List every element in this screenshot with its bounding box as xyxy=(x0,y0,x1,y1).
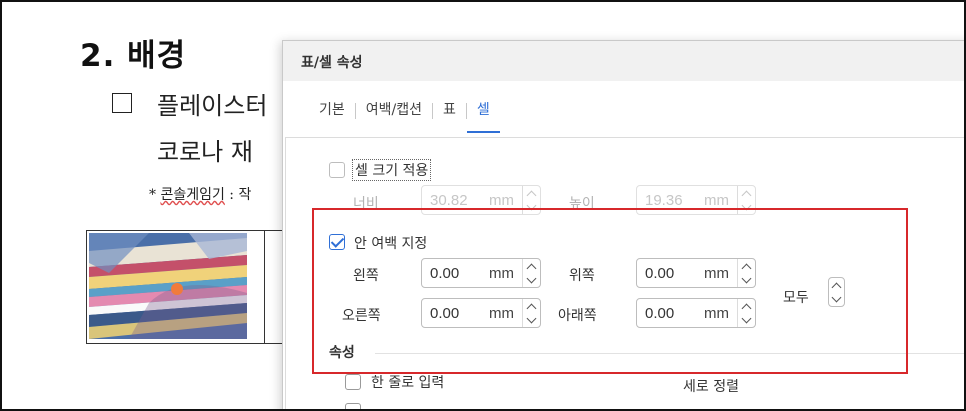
left-margin-unit: mm xyxy=(489,265,514,282)
chevron-up-icon xyxy=(526,190,537,200)
bottom-margin-label: 아래쪽 xyxy=(558,308,597,324)
height-spinner[interactable] xyxy=(737,186,755,214)
document-heading: 2. 배경 xyxy=(80,38,187,74)
width-increment-button[interactable] xyxy=(523,186,540,200)
magazines-illustration xyxy=(89,233,247,339)
magazines-image[interactable] xyxy=(89,233,247,339)
bottom-margin-unit: mm xyxy=(704,305,729,322)
right-margin-unit: mm xyxy=(489,305,514,322)
left-margin-increment-button[interactable] xyxy=(523,259,540,273)
table-cell-divider xyxy=(264,231,265,343)
dialog-tabs: 기본 여백/캡션 표 셀 xyxy=(309,99,500,135)
chevron-down-icon xyxy=(741,200,752,210)
top-margin-field[interactable]: mm xyxy=(636,258,756,288)
tab-basic[interactable]: 기본 xyxy=(309,99,355,133)
chevron-up-icon xyxy=(526,303,537,313)
chevron-down-icon xyxy=(741,273,752,283)
footnote-suffix: : 작 xyxy=(224,187,252,203)
content-left-border xyxy=(285,137,286,409)
top-margin-decrement-button[interactable] xyxy=(738,273,755,287)
height-label: 높이 xyxy=(569,196,595,212)
all-margins-spinner[interactable] xyxy=(828,277,845,307)
right-margin-field[interactable]: mm xyxy=(421,298,541,328)
left-margin-label: 왼쪽 xyxy=(353,268,379,284)
all-margins-decrement-button[interactable] xyxy=(829,292,844,306)
bottom-margin-input[interactable] xyxy=(637,299,703,327)
chevron-up-icon xyxy=(526,263,537,273)
document-checkbox-glyph xyxy=(112,93,132,113)
properties-section-divider xyxy=(375,353,964,354)
vertical-align-label: 세로 정렬 xyxy=(683,379,739,395)
cell-size-label[interactable]: 셀 크기 적용 xyxy=(351,159,432,181)
width-unit: mm xyxy=(489,192,514,209)
chevron-up-icon xyxy=(741,303,752,313)
width-field[interactable]: mm xyxy=(421,185,541,215)
document-text-line-2: 코로나 재 xyxy=(157,138,253,166)
right-margin-increment-button[interactable] xyxy=(523,299,540,313)
footnote-prefix: * xyxy=(149,187,161,203)
dialog-title: 표/셀 속성 xyxy=(301,55,363,71)
left-margin-decrement-button[interactable] xyxy=(523,273,540,287)
screenshot-frame: 2. 배경 플레이스터 코로나 재 * 콘솔게임기 : 작 표/셀 속성 기본 … xyxy=(0,0,966,411)
all-margins-label: 모두 xyxy=(783,290,809,306)
top-margin-unit: mm xyxy=(704,265,729,282)
height-increment-button[interactable] xyxy=(738,186,755,200)
chevron-up-icon xyxy=(741,263,752,273)
height-decrement-button[interactable] xyxy=(738,200,755,214)
right-margin-label: 오른쪽 xyxy=(342,308,381,324)
right-margin-input[interactable] xyxy=(422,299,488,327)
properties-section-title: 속성 xyxy=(329,345,355,361)
chevron-down-icon xyxy=(741,313,752,323)
inner-margin-label[interactable]: 안 여백 지정 xyxy=(354,233,427,253)
top-margin-input[interactable] xyxy=(637,259,703,287)
left-margin-field[interactable]: mm xyxy=(421,258,541,288)
height-field[interactable]: mm xyxy=(636,185,756,215)
height-input[interactable] xyxy=(637,186,703,214)
top-margin-label: 위쪽 xyxy=(569,268,595,284)
document-footnote: * 콘솔게임기 : 작 xyxy=(149,184,251,204)
all-margins-increment-button[interactable] xyxy=(829,278,844,292)
width-label: 너비 xyxy=(353,196,379,212)
tab-cell[interactable]: 셀 xyxy=(466,99,500,133)
table-cell-properties-dialog[interactable]: 표/셀 속성 기본 여백/캡션 표 셀 셀 크기 적용 너비 mm 높이 xyxy=(282,40,964,409)
bottom-margin-decrement-button[interactable] xyxy=(738,313,755,327)
top-margin-increment-button[interactable] xyxy=(738,259,755,273)
chevron-up-icon xyxy=(741,190,752,200)
width-input[interactable] xyxy=(422,186,488,214)
right-margin-decrement-button[interactable] xyxy=(523,313,540,327)
chevron-down-icon xyxy=(526,273,537,283)
chevron-down-icon xyxy=(831,292,842,302)
single-line-input-checkbox[interactable] xyxy=(345,374,361,390)
footnote-misspelled-word: 콘솔게임기 xyxy=(160,187,225,203)
right-margin-spinner[interactable] xyxy=(522,299,540,327)
document-text-line-1: 플레이스터 xyxy=(157,92,268,120)
chevron-up-icon xyxy=(831,282,842,292)
tab-table[interactable]: 표 xyxy=(433,99,466,133)
width-spinner[interactable] xyxy=(522,186,540,214)
inner-margin-checkbox[interactable] xyxy=(329,234,345,250)
top-margin-spinner[interactable] xyxy=(737,259,755,287)
width-decrement-button[interactable] xyxy=(523,200,540,214)
tab-margin-caption[interactable]: 여백/캡션 xyxy=(356,99,432,133)
bottom-margin-spinner[interactable] xyxy=(737,299,755,327)
document-table[interactable] xyxy=(86,230,288,344)
chevron-down-icon xyxy=(526,313,537,323)
tab-bar-divider xyxy=(285,137,964,138)
left-margin-spinner[interactable] xyxy=(522,259,540,287)
bottom-margin-increment-button[interactable] xyxy=(738,299,755,313)
bottom-margin-field[interactable]: mm xyxy=(636,298,756,328)
cell-size-checkbox[interactable] xyxy=(329,162,345,178)
cell-protect-checkbox[interactable] xyxy=(345,403,361,409)
left-margin-input[interactable] xyxy=(422,259,488,287)
height-unit: mm xyxy=(704,192,729,209)
chevron-down-icon xyxy=(526,200,537,210)
single-line-input-label[interactable]: 한 줄로 입력 xyxy=(371,372,444,392)
dialog-titlebar[interactable]: 표/셀 속성 xyxy=(283,41,964,81)
